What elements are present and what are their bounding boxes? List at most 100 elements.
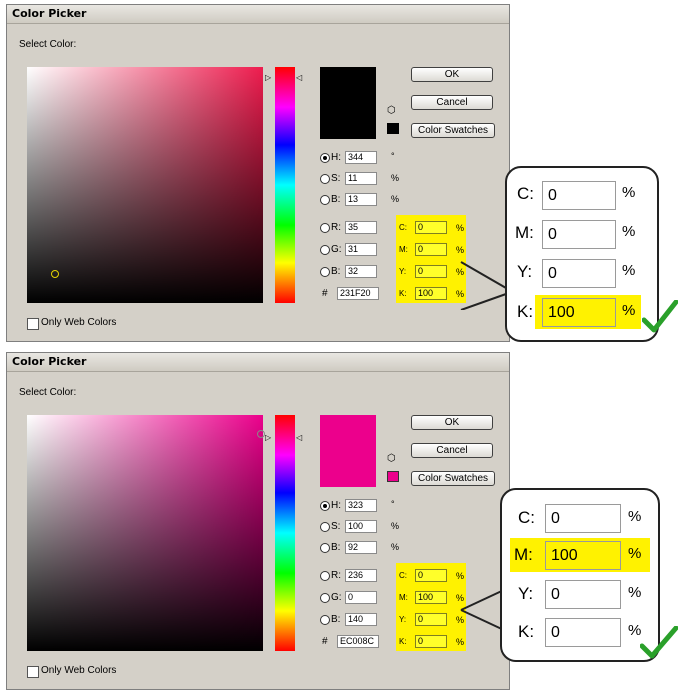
web-swatch-icon[interactable] [387, 123, 399, 134]
blue-field[interactable]: 32 [345, 265, 377, 278]
g-label: G: [331, 592, 342, 603]
c-field[interactable]: 0 [415, 569, 447, 582]
s-field[interactable]: 100 [345, 520, 377, 533]
hue-slider[interactable] [275, 415, 295, 651]
zoom-y-field[interactable]: 0 [545, 580, 621, 609]
radio-s[interactable] [320, 174, 330, 184]
color-field-marker[interactable] [257, 430, 265, 438]
callout-pointer-1 [460, 261, 507, 310]
m-label: M: [399, 245, 408, 254]
r-label: R: [331, 570, 341, 581]
zoom-c-label: C: [518, 508, 535, 527]
hue-slider[interactable] [275, 67, 295, 303]
h-field[interactable]: 344 [345, 151, 377, 164]
select-color-label: Select Color: [19, 39, 77, 50]
hue-slider-left-arrow[interactable]: ▷ [265, 73, 271, 82]
h-field[interactable]: 323 [345, 499, 377, 512]
cube-icon[interactable]: ⬡ [387, 105, 396, 116]
cancel-button[interactable]: Cancel [411, 95, 493, 110]
zoom-y-field[interactable]: 0 [542, 259, 616, 288]
radio-s[interactable] [320, 522, 330, 532]
zoom-c-field[interactable]: 0 [545, 504, 621, 533]
hex-label: # [322, 636, 328, 647]
radio-h[interactable] [320, 501, 330, 511]
ok-button[interactable]: OK [411, 415, 493, 430]
zoom-k-unit: % [622, 302, 636, 319]
radio-blue[interactable] [320, 267, 330, 277]
cmyk-zoom-callout-1: C: 0 % M: 0 % Y: 0 % K: 100 % [505, 166, 659, 342]
r-field[interactable]: 35 [345, 221, 377, 234]
k-field[interactable]: 0 [415, 635, 447, 648]
h-label: H: [331, 500, 341, 511]
radio-h[interactable] [320, 153, 330, 163]
h-unit: ° [391, 151, 395, 161]
m-label: M: [399, 593, 408, 602]
radio-r[interactable] [320, 571, 330, 581]
zoom-k-field[interactable]: 0 [545, 618, 621, 647]
radio-blue[interactable] [320, 615, 330, 625]
check-icon [642, 300, 678, 333]
zoom-k-field[interactable]: 100 [542, 298, 616, 327]
m-unit: % [456, 245, 465, 255]
color-field[interactable] [27, 415, 265, 651]
g-field[interactable]: 0 [345, 591, 377, 604]
zoom-c-field[interactable]: 0 [542, 181, 616, 210]
zoom-y-label: Y: [517, 262, 533, 281]
s-field[interactable]: 11 [345, 172, 377, 185]
b-unit: % [391, 542, 400, 552]
k-label: K: [399, 637, 407, 646]
s-unit: % [391, 521, 400, 531]
y-label: Y: [399, 615, 407, 624]
c-unit: % [456, 571, 465, 581]
hue-slider-right-arrow[interactable]: ◁ [296, 73, 302, 82]
hex-field[interactable]: EC008C [337, 635, 379, 648]
hex-label: # [322, 288, 328, 299]
radio-b[interactable] [320, 543, 330, 553]
b-field[interactable]: 92 [345, 541, 377, 554]
color-swatches-button[interactable]: Color Swatches [411, 471, 495, 486]
k-field[interactable]: 100 [415, 287, 447, 300]
new-color-swatch [320, 67, 376, 139]
b-unit: % [391, 194, 400, 204]
h-unit: ° [391, 499, 395, 509]
zoom-m-field[interactable]: 0 [542, 220, 616, 249]
zoom-c-unit: % [628, 508, 642, 525]
s-unit: % [391, 173, 400, 183]
radio-b[interactable] [320, 195, 330, 205]
color-swatches-button[interactable]: Color Swatches [411, 123, 495, 138]
zoom-m-label: M: [515, 223, 534, 242]
g-field[interactable]: 31 [345, 243, 377, 256]
r-field[interactable]: 236 [345, 569, 377, 582]
b-label: B: [331, 194, 341, 205]
cancel-button[interactable]: Cancel [411, 443, 493, 458]
y-field[interactable]: 0 [415, 265, 447, 278]
web-swatch-icon[interactable] [387, 471, 399, 482]
web-colors-checkbox[interactable] [27, 666, 39, 678]
k-label: K: [399, 289, 407, 298]
hue-slider-right-arrow[interactable]: ◁ [296, 433, 302, 442]
cube-icon[interactable]: ⬡ [387, 453, 396, 464]
color-field-marker[interactable] [51, 270, 59, 278]
ok-button[interactable]: OK [411, 67, 493, 82]
color-field[interactable] [27, 67, 263, 303]
radio-r[interactable] [320, 223, 330, 233]
c-field[interactable]: 0 [415, 221, 447, 234]
radio-g[interactable] [320, 245, 330, 255]
m-field[interactable]: 0 [415, 243, 447, 256]
m-field[interactable]: 100 [415, 591, 447, 604]
hue-slider-left-arrow[interactable]: ▷ [265, 433, 271, 442]
radio-g[interactable] [320, 593, 330, 603]
cmyk-zoom-callout-2: C: 0 % M: 100 % Y: 0 % K: 0 % [500, 488, 660, 662]
hex-field[interactable]: 231F20 [337, 287, 379, 300]
zoom-c-unit: % [622, 184, 636, 201]
check-icon [640, 626, 678, 659]
zoom-m-unit: % [622, 223, 636, 240]
b-label: B: [331, 542, 341, 553]
blue-field[interactable]: 140 [345, 613, 377, 626]
y-field[interactable]: 0 [415, 613, 447, 626]
b-field[interactable]: 13 [345, 193, 377, 206]
web-colors-checkbox[interactable] [27, 318, 39, 330]
zoom-m-field[interactable]: 100 [545, 541, 621, 570]
zoom-y-label: Y: [518, 584, 534, 603]
dialog-title: Color Picker [7, 5, 509, 24]
